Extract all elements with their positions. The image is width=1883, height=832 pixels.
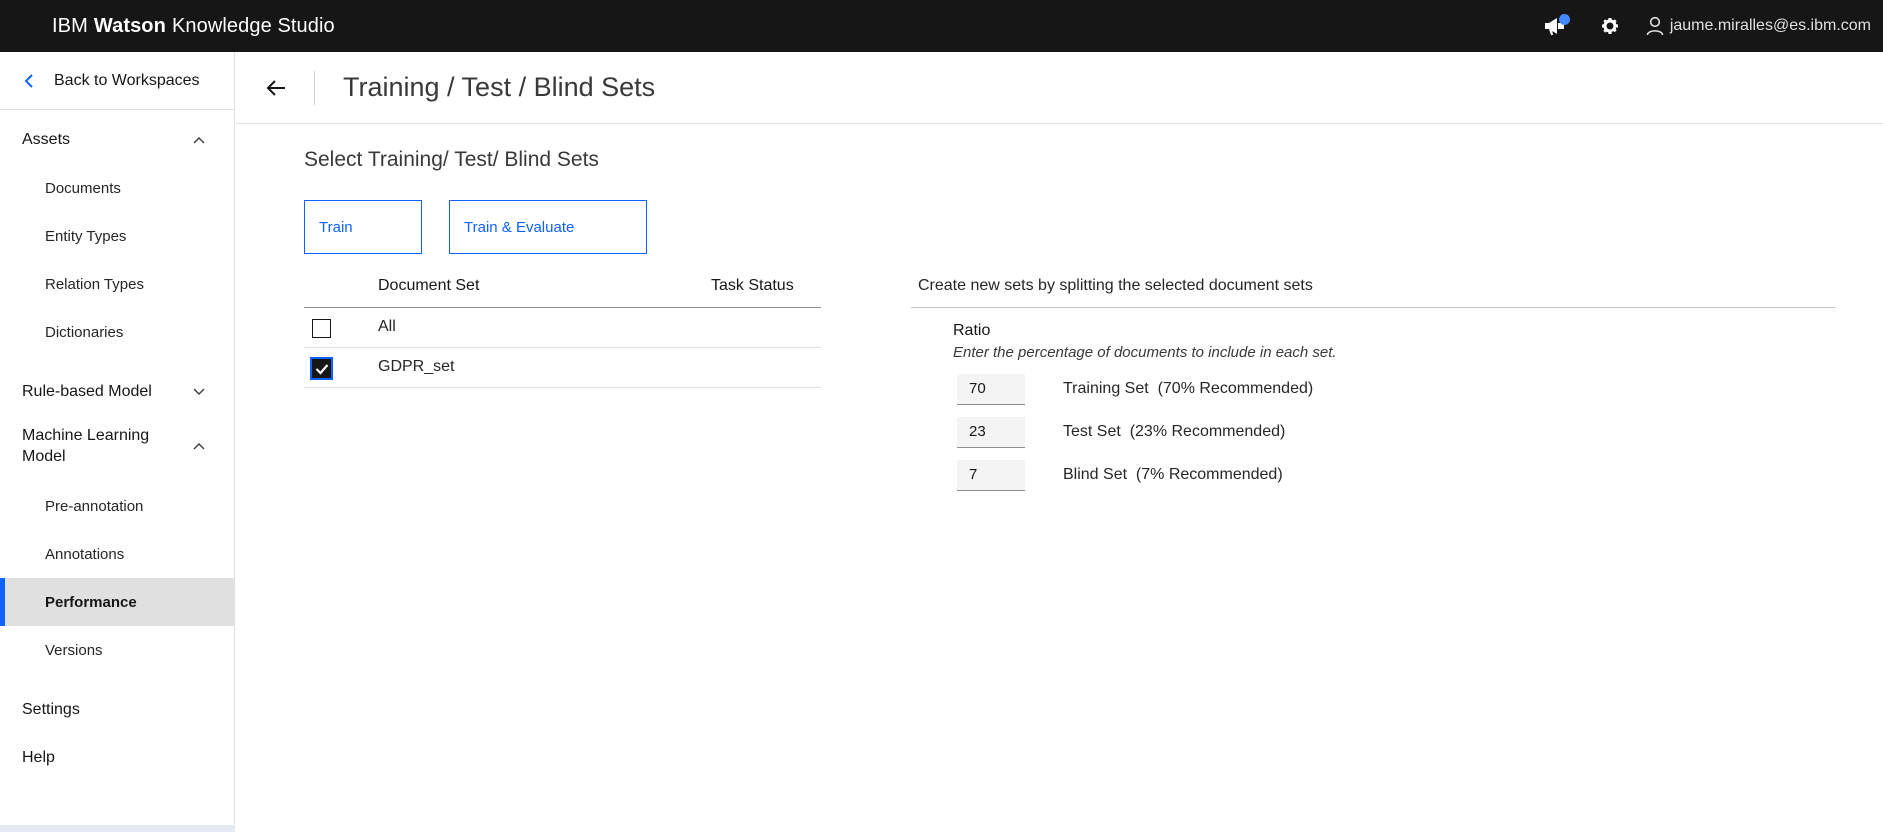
sidebar-item-label: Documents <box>45 179 121 197</box>
table-row: All <box>304 308 821 348</box>
sidebar-item-label: Help <box>22 749 55 766</box>
training-set-ratio-row: Training Set (70% Recommended) <box>957 373 1313 405</box>
user-email: jaume.miralles@es.ibm.com <box>1669 17 1871 34</box>
ratio-label: Ratio <box>953 322 991 339</box>
sidebar-group-machine-learning-model[interactable]: Machine Learning Model <box>0 416 234 476</box>
chevron-up-icon <box>192 439 206 453</box>
table-header: Document Set Task Status <box>304 266 821 308</box>
back-to-workspaces-link[interactable]: Back to Workspaces <box>0 52 234 110</box>
sidebar-item-label: Annotations <box>45 545 125 563</box>
sidebar-item-label: Pre-annotation <box>45 497 144 515</box>
checkmark-icon <box>315 363 328 375</box>
sidebar-item-entity-types[interactable]: Entity Types <box>0 212 234 260</box>
sidebar-item-documents[interactable]: Documents <box>0 164 234 212</box>
training-set-percent-input[interactable] <box>957 373 1025 405</box>
sidebar-item-versions[interactable]: Versions <box>0 626 234 674</box>
sidebar-item-label: Versions <box>45 641 103 659</box>
blind-set-label: Blind Set (7% Recommended) <box>1063 466 1283 483</box>
user-menu[interactable]: jaume.miralles@es.ibm.com <box>1644 12 1871 40</box>
test-set-ratio-row: Test Set (23% Recommended) <box>957 416 1285 448</box>
test-set-percent-input[interactable] <box>957 416 1025 448</box>
section-title: Select Training/ Test/ Blind Sets <box>304 148 599 171</box>
header-divider <box>314 70 315 105</box>
brand-bold: Watson <box>93 14 166 37</box>
sidebar-item-label: Entity Types <box>45 227 127 245</box>
document-set-name: All <box>378 318 396 335</box>
sidebar-footer-strip <box>0 825 235 832</box>
top-actions: jaume.miralles@es.ibm.com <box>1542 0 1871 52</box>
table-row: GDPR_set <box>304 348 821 388</box>
row-checkbox-all[interactable] <box>312 319 331 338</box>
sidebar: Back to Workspaces Assets Documents Enti… <box>0 52 235 832</box>
sidebar-group-label: Assets <box>22 131 71 148</box>
brand-prefix: IBM <box>52 14 88 37</box>
train-evaluate-button[interactable]: Train & Evaluate <box>449 200 647 254</box>
sidebar-item-label: Performance <box>45 593 137 611</box>
settings-gear-icon[interactable] <box>1596 12 1624 40</box>
product-brand[interactable]: IBM Watson Knowledge Studio <box>52 0 335 52</box>
sidebar-group-rule-based-model[interactable]: Rule-based Model <box>0 368 234 416</box>
chevron-up-icon <box>192 133 206 147</box>
brand-suffix: Knowledge Studio <box>171 14 335 37</box>
column-header-task-status: Task Status <box>711 277 794 294</box>
sidebar-item-help[interactable]: Help <box>0 734 234 782</box>
chevron-down-icon <box>192 385 206 399</box>
back-label: Back to Workspaces <box>54 71 200 89</box>
blind-set-percent-input[interactable] <box>957 459 1025 491</box>
page-title: Training / Test / Blind Sets <box>343 72 656 102</box>
sidebar-item-label: Relation Types <box>45 275 144 293</box>
sidebar-group-assets[interactable]: Assets <box>0 116 234 164</box>
sidebar-item-pre-annotation[interactable]: Pre-annotation <box>0 482 234 530</box>
top-bar: IBM Watson Knowledge Studio jaume.mirall… <box>0 0 1883 52</box>
sidebar-group-label: Machine Learning Model <box>22 427 150 465</box>
user-icon <box>1644 12 1666 40</box>
document-set-table: Document Set Task Status All GDPR_set <box>304 266 821 388</box>
column-header-document-set: Document Set <box>378 277 480 294</box>
sidebar-item-annotations[interactable]: Annotations <box>0 530 234 578</box>
sidebar-item-label: Dictionaries <box>45 323 124 341</box>
train-button[interactable]: Train <box>304 200 422 254</box>
ratio-panel-heading: Create new sets by splitting the selecte… <box>911 266 1835 308</box>
notifications-megaphone-icon[interactable] <box>1542 12 1570 40</box>
sidebar-item-performance[interactable]: Performance <box>0 578 234 626</box>
sidebar-item-dictionaries[interactable]: Dictionaries <box>0 308 234 356</box>
sidebar-item-label: Settings <box>22 701 80 718</box>
test-set-label: Test Set (23% Recommended) <box>1063 423 1286 440</box>
chevron-left-icon <box>20 72 38 90</box>
sidebar-item-settings[interactable]: Settings <box>0 686 234 734</box>
back-arrow-icon[interactable] <box>248 52 304 124</box>
document-set-name: GDPR_set <box>378 358 455 375</box>
sidebar-group-label: Rule-based Model <box>22 383 152 400</box>
training-set-label: Training Set (70% Recommended) <box>1063 380 1314 397</box>
page-header: Training / Test / Blind Sets <box>236 52 1883 124</box>
ratio-helper-text: Enter the percentage of documents to inc… <box>953 344 1337 361</box>
ratio-panel: Create new sets by splitting the selecte… <box>911 266 1835 491</box>
sidebar-item-relation-types[interactable]: Relation Types <box>0 260 234 308</box>
notification-dot <box>1558 14 1570 25</box>
blind-set-ratio-row: Blind Set (7% Recommended) <box>957 459 1283 491</box>
row-checkbox-gdpr-set[interactable] <box>310 357 333 380</box>
